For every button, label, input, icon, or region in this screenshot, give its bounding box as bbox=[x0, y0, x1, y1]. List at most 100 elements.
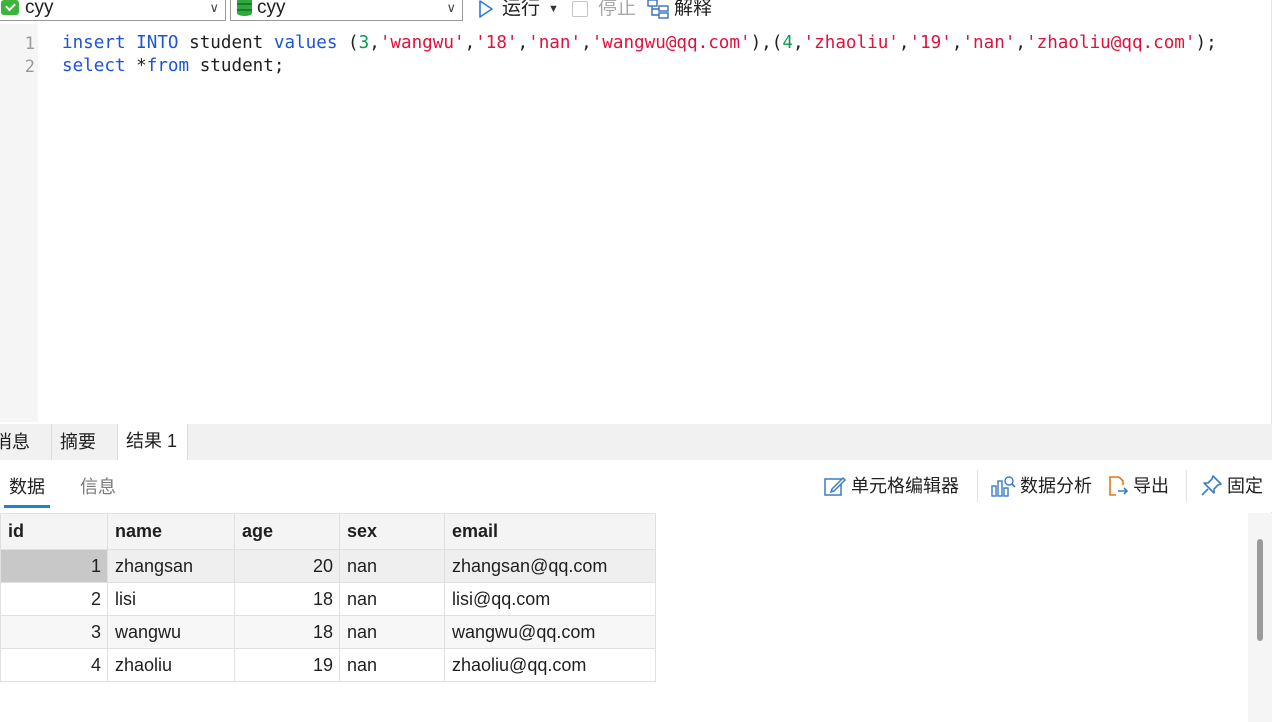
string-literal: 'zhaoliu@qq.com' bbox=[1026, 33, 1196, 53]
keyword: INTO bbox=[136, 33, 179, 53]
column-header-sex[interactable]: sex bbox=[339, 513, 445, 550]
line-number-gutter: 1 2 bbox=[0, 24, 38, 422]
divider bbox=[977, 470, 978, 502]
export-button[interactable]: 导出 bbox=[1105, 473, 1169, 499]
cell-name[interactable]: wangwu bbox=[107, 615, 235, 649]
scrollbar-thumb[interactable] bbox=[1257, 539, 1263, 641]
export-label: 导出 bbox=[1133, 476, 1169, 496]
tab-result-1[interactable]: 结果 1 bbox=[118, 424, 188, 461]
keyword: insert bbox=[62, 33, 126, 53]
divider bbox=[1186, 470, 1187, 502]
result-grid: id name age sex email 1 zhangsan 20 nan … bbox=[0, 513, 1248, 722]
header-row: id name age sex email bbox=[0, 513, 656, 550]
identifier: student bbox=[189, 33, 264, 53]
line-number: 2 bbox=[24, 57, 35, 77]
connection-select[interactable]: cyy ∨ bbox=[0, 0, 226, 21]
cell-email[interactable]: lisi@qq.com bbox=[444, 582, 656, 616]
cell-name[interactable]: lisi bbox=[107, 582, 235, 616]
stop-button[interactable]: 停止 bbox=[572, 0, 636, 21]
result-table: id name age sex email 1 zhangsan 20 nan … bbox=[0, 513, 656, 682]
connection-icon bbox=[1, 0, 19, 15]
data-analysis-label: 数据分析 bbox=[1020, 476, 1092, 496]
punct: , bbox=[951, 33, 963, 53]
string-literal: '19' bbox=[909, 33, 952, 53]
punct: , bbox=[581, 33, 592, 53]
table-row[interactable]: 1 zhangsan 20 nan zhangsan@qq.com bbox=[0, 549, 656, 583]
punct: , bbox=[792, 33, 804, 53]
punct: ); bbox=[1195, 33, 1217, 53]
cell-sex[interactable]: nan bbox=[339, 648, 445, 682]
pin-icon bbox=[1201, 475, 1222, 496]
punct: , bbox=[464, 33, 476, 53]
cell-email[interactable]: wangwu@qq.com bbox=[444, 615, 656, 649]
tab-data[interactable]: 数据 bbox=[4, 474, 50, 508]
cell-email[interactable]: zhangsan@qq.com bbox=[444, 549, 656, 583]
string-literal: '18' bbox=[475, 33, 518, 53]
punct: ( bbox=[348, 33, 359, 53]
play-icon bbox=[478, 0, 494, 18]
table-row[interactable]: 3 wangwu 18 nan wangwu@qq.com bbox=[0, 615, 656, 649]
code-line-1[interactable]: insert INTO student values (3,'wangwu','… bbox=[62, 33, 1217, 53]
cell-age[interactable]: 19 bbox=[234, 648, 340, 682]
cell-age[interactable]: 18 bbox=[234, 582, 340, 616]
cell-sex[interactable]: nan bbox=[339, 582, 445, 616]
number-literal: 3 bbox=[358, 33, 370, 53]
punct: , bbox=[1015, 33, 1027, 53]
cell-id[interactable]: 3 bbox=[0, 615, 108, 649]
data-analysis-button[interactable]: 数据分析 bbox=[990, 473, 1092, 499]
table-row[interactable]: 4 zhaoliu 19 nan zhaoliu@qq.com bbox=[0, 648, 656, 682]
punct: , bbox=[898, 33, 910, 53]
cell-name[interactable]: zhangsan bbox=[107, 549, 235, 583]
cell-name[interactable]: zhaoliu bbox=[107, 648, 235, 682]
run-button[interactable]: 运行 ▼ bbox=[478, 0, 559, 21]
stop-icon bbox=[572, 1, 588, 17]
string-literal: 'zhaoliu' bbox=[803, 33, 899, 53]
pin-label: 固定 bbox=[1227, 476, 1263, 496]
column-header-age[interactable]: age bbox=[234, 513, 340, 550]
chevron-down-icon: ∨ bbox=[446, 0, 456, 15]
cell-age[interactable]: 18 bbox=[234, 615, 340, 649]
keyword: from bbox=[146, 56, 190, 76]
punct: ),( bbox=[750, 33, 783, 53]
explain-label: 解释 bbox=[674, 0, 713, 19]
punct: , bbox=[369, 33, 380, 53]
tab-summary[interactable]: 摘要 bbox=[52, 424, 118, 460]
explain-icon bbox=[647, 0, 669, 19]
database-select[interactable]: cyy ∨ bbox=[230, 0, 463, 21]
window-scrollbar[interactable] bbox=[1271, 0, 1285, 722]
cell-editor-label: 单元格编辑器 bbox=[851, 476, 959, 496]
keyword: values bbox=[273, 33, 338, 53]
caret-down-icon[interactable]: ▼ bbox=[548, 0, 559, 21]
cell-email[interactable]: zhaoliu@qq.com bbox=[444, 648, 656, 682]
sql-editor[interactable]: 1 2 insert INTO student values (3,'wangw… bbox=[0, 24, 1272, 422]
cell-id[interactable]: 1 bbox=[0, 549, 108, 583]
result-tabs: 消息 摘要 结果 1 bbox=[0, 424, 1272, 461]
chart-icon bbox=[991, 476, 1016, 497]
column-header-id[interactable]: id bbox=[0, 513, 108, 550]
table-row[interactable]: 2 lisi 18 nan lisi@qq.com bbox=[0, 582, 656, 616]
cell-id[interactable]: 2 bbox=[0, 582, 108, 616]
number-literal: 4 bbox=[782, 33, 793, 53]
tab-info[interactable]: 信息 bbox=[80, 474, 116, 500]
column-header-name[interactable]: name bbox=[107, 513, 235, 550]
string-literal: 'wangwu' bbox=[379, 33, 465, 53]
query-toolbar: cyy ∨ cyy ∨ 运行 ▼ 停止 解释 bbox=[0, 0, 1285, 24]
cell-editor-button[interactable]: 单元格编辑器 bbox=[823, 473, 959, 499]
cell-sex[interactable]: nan bbox=[339, 549, 445, 583]
code-line-2[interactable]: select *from student; bbox=[62, 56, 284, 76]
export-icon bbox=[1109, 476, 1129, 496]
punct: * bbox=[136, 56, 147, 76]
chevron-down-icon: ∨ bbox=[209, 0, 219, 15]
cell-id[interactable]: 4 bbox=[0, 648, 108, 682]
column-header-email[interactable]: email bbox=[444, 513, 656, 550]
pin-button[interactable]: 固定 bbox=[1199, 473, 1263, 499]
tab-messages[interactable]: 消息 bbox=[0, 424, 52, 460]
cell-sex[interactable]: nan bbox=[339, 615, 445, 649]
explain-button[interactable]: 解释 bbox=[647, 0, 712, 21]
string-literal: 'wangwu@qq.com' bbox=[591, 33, 751, 53]
grid-scrollbar[interactable] bbox=[1248, 513, 1272, 722]
cell-age[interactable]: 20 bbox=[234, 549, 340, 583]
string-literal: 'nan' bbox=[528, 33, 582, 53]
connection-value: cyy bbox=[25, 0, 54, 18]
database-value: cyy bbox=[257, 0, 286, 18]
